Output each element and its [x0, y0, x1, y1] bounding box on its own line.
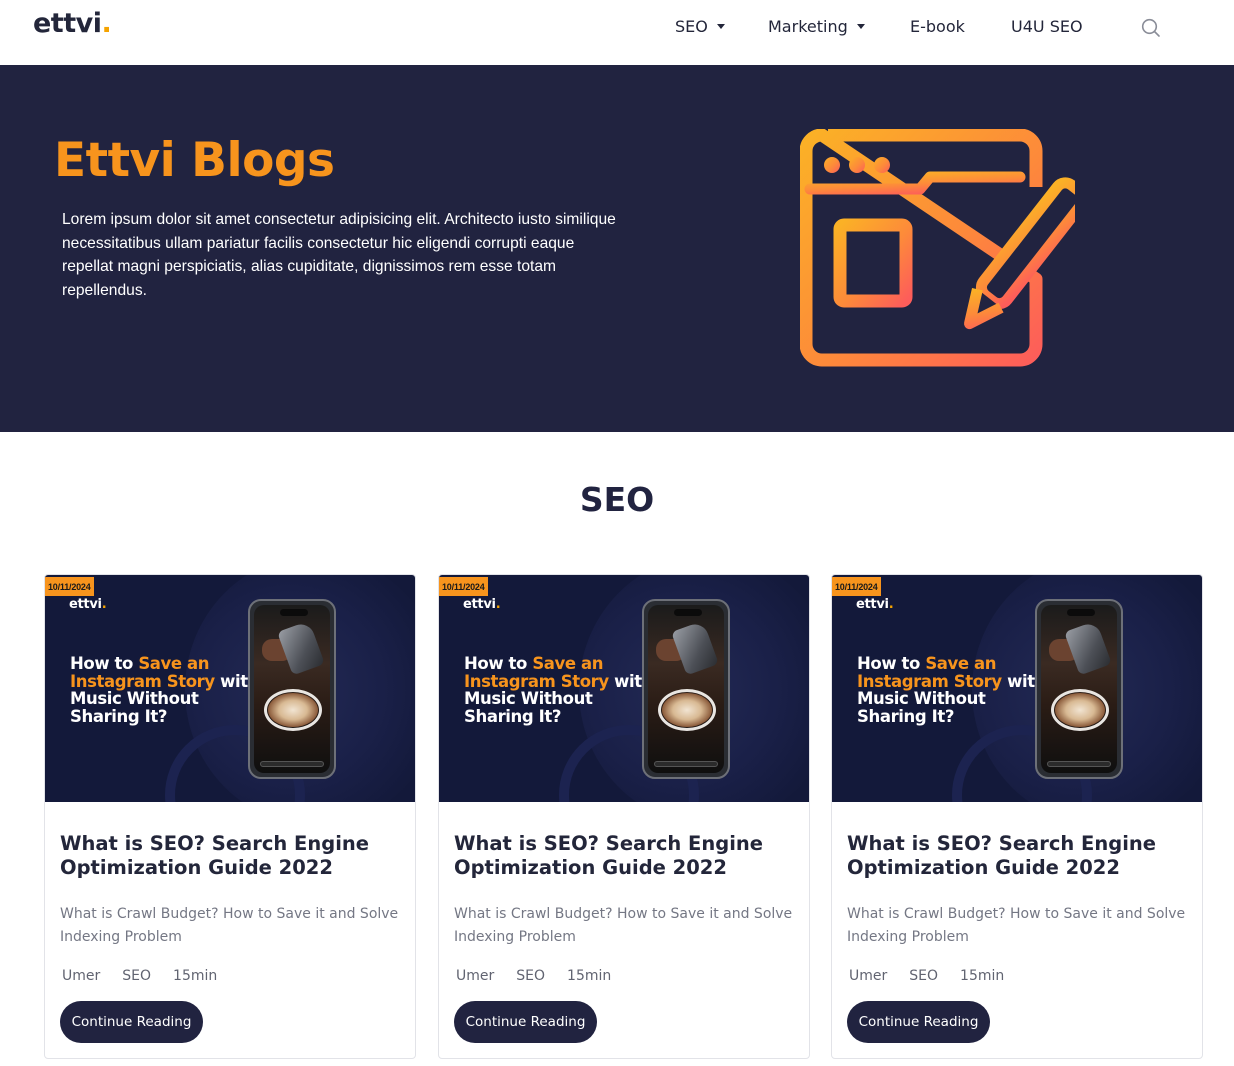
- card-thumbnail[interactable]: 10/11/2024 ettvi. How to Save an Instagr…: [45, 575, 415, 802]
- coffee-cup-image: [662, 693, 712, 727]
- card-title[interactable]: What is SEO? Search Engine Optimization …: [60, 832, 390, 880]
- nav-item-marketing[interactable]: Marketing: [768, 17, 865, 36]
- thumb-headline: How to Save an Instagram Story with Musi…: [464, 655, 654, 725]
- caret-down-icon: [716, 24, 725, 29]
- coffee-cup-image: [1055, 693, 1105, 727]
- milk-pitcher-image: [277, 620, 325, 676]
- thumb-logo: ettvi.: [856, 597, 894, 612]
- card-read-time: 15min: [567, 968, 612, 984]
- hero-description: Lorem ipsum dolor sit amet consectetur a…: [62, 211, 616, 300]
- nav-item-ebook[interactable]: E-book: [910, 17, 965, 36]
- date-badge: 10/11/2024: [45, 577, 94, 596]
- thumb-headline-part: How to: [70, 654, 139, 673]
- phone-screen: [254, 605, 330, 773]
- thumb-logo-dot: .: [101, 597, 107, 612]
- card-description: What is Crawl Budget? How to Save it and…: [60, 906, 399, 945]
- thumb-headline-part: How to: [464, 654, 533, 673]
- phone-notch: [674, 609, 702, 616]
- card-description: What is Crawl Budget? How to Save it and…: [454, 906, 793, 945]
- date-badge: 10/11/2024: [439, 577, 488, 596]
- thumb-headline: How to Save an Instagram Story with Musi…: [857, 655, 1047, 725]
- search-icon[interactable]: [1140, 17, 1162, 39]
- phone-screen: [648, 605, 724, 773]
- nav-item-seo[interactable]: SEO: [675, 17, 725, 36]
- thumb-logo: ettvi.: [69, 597, 107, 612]
- nav-item-label: U4U SEO: [1011, 17, 1083, 36]
- section-title: SEO: [579, 480, 655, 519]
- blog-card: 10/11/2024 ettvi. How to Save an Instagr…: [438, 574, 810, 1059]
- card-category: SEO: [516, 968, 546, 984]
- hero-banner: Ettvi Blogs Lorem ipsum dolor sit amet c…: [0, 65, 1234, 432]
- card-title[interactable]: What is SEO? Search Engine Optimization …: [847, 832, 1177, 880]
- continue-reading-button[interactable]: Continue Reading: [847, 1001, 990, 1043]
- logo-text: ettvi: [33, 8, 102, 39]
- phone-notch: [280, 609, 308, 616]
- card-thumbnail[interactable]: 10/11/2024 ettvi. How to Save an Instagr…: [832, 575, 1202, 802]
- thumb-logo-text: ettvi: [856, 597, 889, 612]
- nav-item-label: SEO: [675, 17, 708, 36]
- site-logo[interactable]: ettvi.: [33, 8, 112, 39]
- phone-message-bar: [654, 761, 718, 767]
- card-meta: Umer SEO 15min: [849, 968, 1026, 984]
- card-read-time: 15min: [173, 968, 218, 984]
- card-meta: Umer SEO 15min: [456, 968, 633, 984]
- card-author: Umer: [456, 968, 495, 984]
- thumb-logo-text: ettvi: [463, 597, 496, 612]
- logo-dot: .: [101, 8, 112, 39]
- thumb-headline: How to Save an Instagram Story with Musi…: [70, 655, 260, 725]
- phone-screen: [1041, 605, 1117, 773]
- phone-mockup: [248, 599, 336, 779]
- milk-pitcher-image: [671, 620, 719, 676]
- card-meta: Umer SEO 15min: [62, 968, 239, 984]
- thumb-logo-text: ettvi: [69, 597, 102, 612]
- hero-title: Ettvi Blogs: [54, 133, 335, 188]
- phone-notch: [1067, 609, 1095, 616]
- thumb-headline-part: How to: [857, 654, 926, 673]
- nav-item-label: Marketing: [768, 17, 848, 36]
- continue-reading-button[interactable]: Continue Reading: [60, 1001, 203, 1043]
- phone-mockup: [1035, 599, 1123, 779]
- blog-writing-icon: [800, 129, 1075, 367]
- phone-message-bar: [260, 761, 324, 767]
- card-category: SEO: [122, 968, 152, 984]
- card-read-time: 15min: [960, 968, 1005, 984]
- card-thumbnail[interactable]: 10/11/2024 ettvi. How to Save an Instagr…: [439, 575, 809, 802]
- continue-reading-button[interactable]: Continue Reading: [454, 1001, 597, 1043]
- thumb-logo: ettvi.: [463, 597, 501, 612]
- card-author: Umer: [849, 968, 888, 984]
- coffee-cup-image: [268, 693, 318, 727]
- thumb-logo-dot: .: [888, 597, 894, 612]
- card-category: SEO: [909, 968, 939, 984]
- date-badge: 10/11/2024: [832, 577, 881, 596]
- nav-item-u4u-seo[interactable]: U4U SEO: [1011, 17, 1083, 36]
- blog-card: 10/11/2024 ettvi. How to Save an Instagr…: [831, 574, 1203, 1059]
- milk-pitcher-image: [1064, 620, 1112, 676]
- phone-message-bar: [1047, 761, 1111, 767]
- nav-item-label: E-book: [910, 17, 965, 36]
- card-description: What is Crawl Budget? How to Save it and…: [847, 906, 1186, 945]
- thumb-logo-dot: .: [495, 597, 501, 612]
- card-title[interactable]: What is SEO? Search Engine Optimization …: [454, 832, 784, 880]
- caret-down-icon: [856, 24, 865, 29]
- blog-card: 10/11/2024 ettvi. How to Save an Instagr…: [44, 574, 416, 1059]
- card-author: Umer: [62, 968, 101, 984]
- navbar: ettvi. SEO Marketing E-book U4U SEO: [0, 0, 1234, 65]
- phone-mockup: [642, 599, 730, 779]
